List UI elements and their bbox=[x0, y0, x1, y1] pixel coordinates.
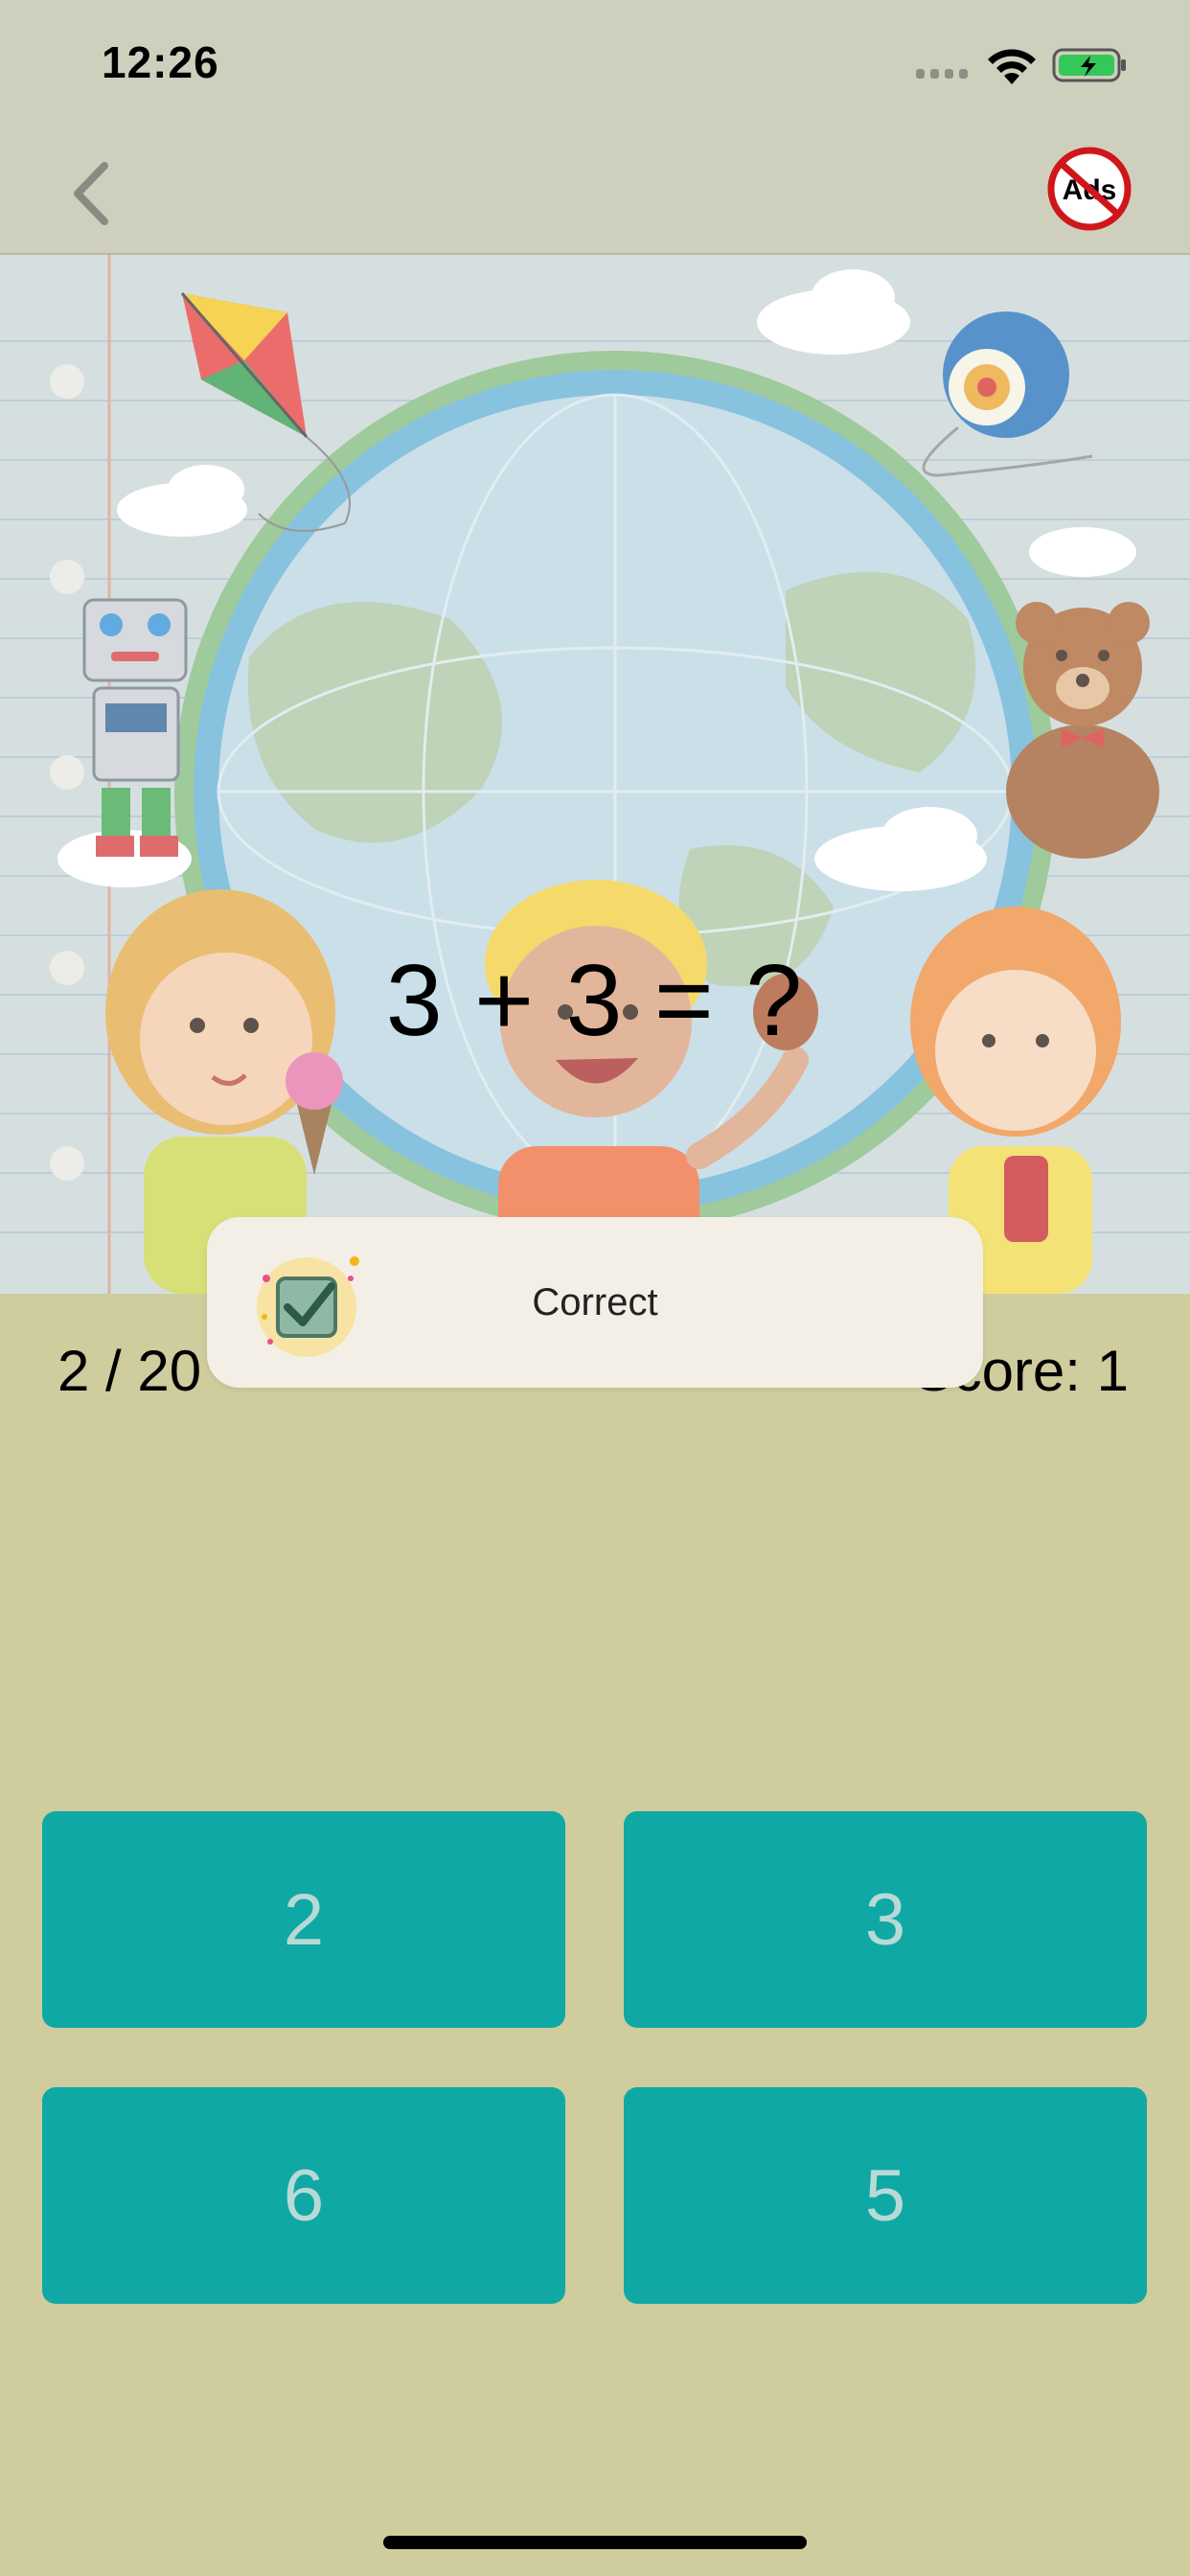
answer-button-2[interactable]: 3 bbox=[624, 1811, 1147, 2028]
answer-button-1[interactable]: 2 bbox=[42, 1811, 565, 2028]
correct-toast: Correct bbox=[207, 1217, 983, 1388]
wifi-icon bbox=[988, 49, 1036, 84]
status-time: 12:26 bbox=[102, 37, 219, 87]
back-button[interactable] bbox=[57, 153, 125, 234]
status-bar: 12:26 bbox=[0, 0, 1190, 134]
answer-button-3[interactable]: 6 bbox=[42, 2087, 565, 2304]
battery-charging-icon bbox=[1052, 48, 1126, 82]
question-text: 3 + 3 = ? bbox=[385, 944, 805, 1057]
answer-button-4[interactable]: 5 bbox=[624, 2087, 1147, 2304]
question-progress: 2 / 20 bbox=[57, 1339, 202, 1403]
toast-message: Correct bbox=[532, 1280, 658, 1323]
navigation-bar: Ads bbox=[0, 134, 1190, 255]
cellular-signal-icon bbox=[916, 69, 970, 79]
notebook-background bbox=[0, 255, 1190, 1294]
question-illustration: 3 + 3 = ? bbox=[0, 255, 1190, 1294]
remove-ads-button[interactable]: Ads bbox=[1046, 146, 1133, 232]
chevron-left-icon bbox=[74, 162, 108, 225]
home-indicator[interactable] bbox=[383, 2536, 807, 2549]
no-ads-icon: Ads bbox=[1047, 147, 1132, 231]
